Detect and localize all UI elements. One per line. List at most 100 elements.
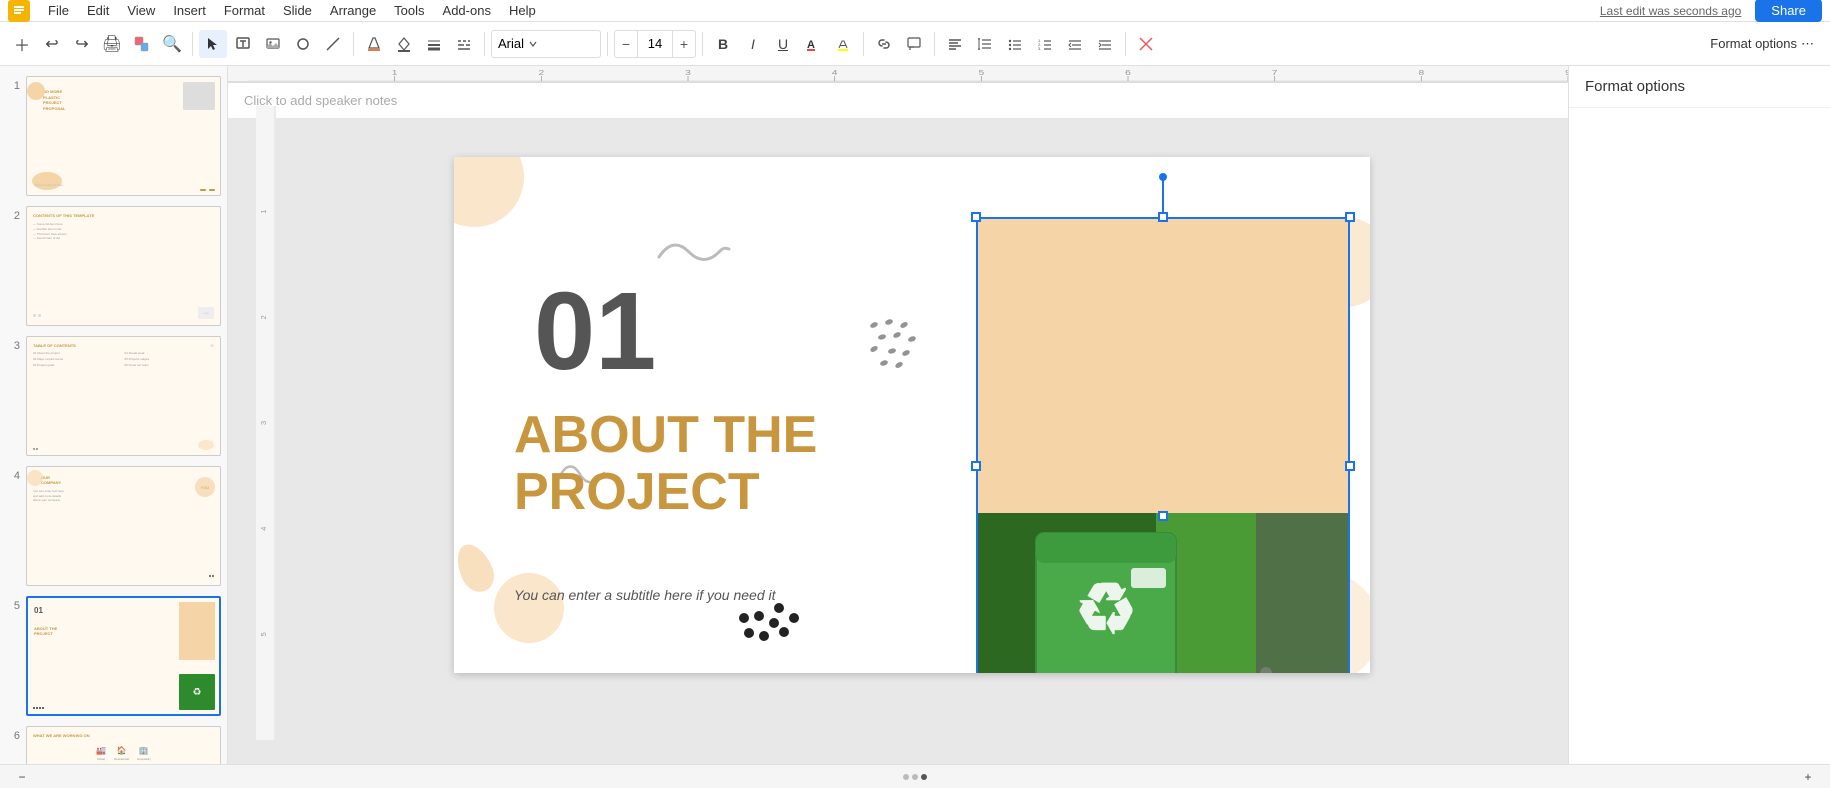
zoom-out-button[interactable]: − — [12, 767, 32, 787]
slide-preview-2: CONTENTS OF THIS TEMPLATE — Some list it… — [26, 206, 221, 326]
slide-num-4: 4 — [6, 470, 20, 482]
slide-dot-3 — [921, 774, 927, 780]
numbered-list-button[interactable]: 1.2.3. — [1031, 30, 1059, 58]
app-logo — [8, 0, 30, 22]
slide-preview-5: 01 ABOUT THEPROJECT ♻ — [26, 596, 221, 716]
slide-canvas: 1 2 3 4 5 — [256, 90, 1568, 740]
zoom-in-button[interactable]: + — [1798, 767, 1818, 787]
slide-5-content: 01 ABOUT THE PROJECT You can enter a sub… — [454, 157, 1370, 673]
text-color-button[interactable]: A — [799, 30, 827, 58]
menu-format[interactable]: Format — [216, 1, 273, 20]
menu-file[interactable]: File — [40, 1, 77, 20]
wave-decoration — [654, 237, 734, 272]
format-panel: Format options — [1568, 66, 1830, 764]
border-weight-button[interactable] — [420, 30, 448, 58]
slide-thumb-1[interactable]: 1 NO MOREPLASTICPROJECTPROPOSAL Some sma… — [4, 74, 223, 198]
slide-thumb-4[interactable]: 4 OURCOMPANY You can enter text hereand … — [4, 464, 223, 588]
toolbar: ＋ ↩ ↪ 🖨 🔍 Arial − + — [0, 22, 1830, 66]
shape-tool[interactable] — [289, 30, 317, 58]
clear-format-button[interactable] — [1132, 30, 1160, 58]
resize-handle-mid[interactable] — [1158, 511, 1168, 521]
resize-handle-tm[interactable] — [1158, 212, 1168, 222]
select-tool[interactable] — [199, 30, 227, 58]
font-size-group: − + — [614, 30, 696, 58]
svg-text:2: 2 — [538, 68, 544, 76]
zoom-button[interactable]: 🔍 — [158, 30, 186, 58]
line-spacing-button[interactable] — [971, 30, 999, 58]
highlight-button[interactable] — [829, 30, 857, 58]
underline-button[interactable]: U — [769, 30, 797, 58]
slide-thumb-5[interactable]: 5 01 ABOUT THEPROJECT ♻ — [4, 594, 223, 718]
slide-num-3: 3 — [6, 340, 20, 352]
slide-num-1: 1 — [6, 80, 20, 92]
redo-button[interactable]: ↪ — [68, 30, 96, 58]
slide-thumb-2[interactable]: 2 CONTENTS OF THIS TEMPLATE — Some list … — [4, 204, 223, 328]
svg-text:3: 3 — [259, 421, 268, 425]
slide-preview-3: TABLE OF CONTENTS 01 About the project 0… — [26, 336, 221, 456]
font-size-input[interactable] — [637, 31, 673, 57]
image-tool[interactable] — [259, 30, 287, 58]
font-size-decrease[interactable]: − — [615, 31, 637, 57]
align-button[interactable] — [941, 30, 969, 58]
menu-bar: File Edit View Insert Format Slide Arran… — [0, 0, 1830, 22]
font-family-selector[interactable]: Arial — [491, 30, 601, 58]
dots-decoration — [864, 317, 944, 402]
menu-help[interactable]: Help — [501, 1, 544, 20]
selected-image-element[interactable]: ♻ — [976, 217, 1350, 673]
bold-button[interactable]: B — [709, 30, 737, 58]
slide-thumb-6[interactable]: 6 WHAT WE ARE WORKING ON 🏭 Retail 🏠 Resi… — [4, 724, 223, 764]
resize-handle-ml[interactable] — [971, 461, 981, 471]
svg-text:8: 8 — [1418, 68, 1424, 76]
slide-thumb-3[interactable]: 3 TABLE OF CONTENTS 01 About the project… — [4, 334, 223, 458]
svg-text:4: 4 — [259, 527, 268, 531]
svg-text:4: 4 — [832, 68, 838, 76]
line-tool[interactable] — [319, 30, 347, 58]
menu-insert[interactable]: Insert — [165, 1, 214, 20]
bottom-bar: − + — [0, 764, 1830, 788]
slide-num-6: 6 — [6, 730, 20, 742]
svg-text:3.: 3. — [1038, 46, 1041, 51]
last-edit-status: Last edit was seconds ago — [1600, 4, 1741, 18]
menu-slide[interactable]: Slide — [275, 1, 320, 20]
resize-handle-tr[interactable] — [1345, 212, 1355, 222]
font-size-increase[interactable]: + — [673, 31, 695, 57]
slides-panel: 1 NO MOREPLASTICPROJECTPROPOSAL Some sma… — [0, 66, 228, 764]
share-button[interactable]: Share — [1755, 0, 1822, 22]
format-options-button[interactable]: Format options ⋯ — [1702, 32, 1822, 56]
resize-handle-tl[interactable] — [971, 212, 981, 222]
slide-num-5: 5 — [6, 600, 20, 612]
menu-edit[interactable]: Edit — [79, 1, 117, 20]
fill-color-button[interactable] — [360, 30, 388, 58]
slide-number-display: 01 — [534, 277, 656, 387]
slide-indicator — [903, 774, 927, 780]
rotation-handle[interactable] — [1159, 173, 1167, 181]
comment-button[interactable] — [900, 30, 928, 58]
menu-view[interactable]: View — [119, 1, 163, 20]
slide-dot-1 — [903, 774, 909, 780]
bullet-list-button[interactable] — [1001, 30, 1029, 58]
menu-tools[interactable]: Tools — [386, 1, 432, 20]
add-button[interactable]: ＋ — [8, 30, 36, 58]
border-color-button[interactable] — [390, 30, 418, 58]
more-options-icon: ⋯ — [1801, 36, 1814, 52]
slide-preview-4: OURCOMPANY You can enter text hereand ad… — [26, 466, 221, 586]
slide-preview-1: NO MOREPLASTICPROJECTPROPOSAL Some small… — [26, 76, 221, 196]
svg-text:5: 5 — [259, 632, 268, 636]
border-dash-button[interactable] — [450, 30, 478, 58]
link-button[interactable] — [870, 30, 898, 58]
slide-title: ABOUT THE PROJECT — [514, 407, 817, 521]
indent-decrease-button[interactable] — [1061, 30, 1089, 58]
menu-addons[interactable]: Add-ons — [435, 1, 499, 20]
selection-border — [976, 217, 1350, 673]
indent-increase-button[interactable] — [1091, 30, 1119, 58]
main-area: 1 NO MOREPLASTICPROJECTPROPOSAL Some sma… — [0, 66, 1830, 764]
svg-text:9: 9 — [1565, 68, 1568, 76]
print-button[interactable]: 🖨 — [98, 30, 126, 58]
svg-text:3: 3 — [685, 68, 691, 76]
italic-button[interactable]: I — [739, 30, 767, 58]
resize-handle-mr[interactable] — [1345, 461, 1355, 471]
menu-arrange[interactable]: Arrange — [322, 1, 384, 20]
paint-format-button[interactable] — [128, 30, 156, 58]
text-tool[interactable] — [229, 30, 257, 58]
undo-button[interactable]: ↩ — [38, 30, 66, 58]
